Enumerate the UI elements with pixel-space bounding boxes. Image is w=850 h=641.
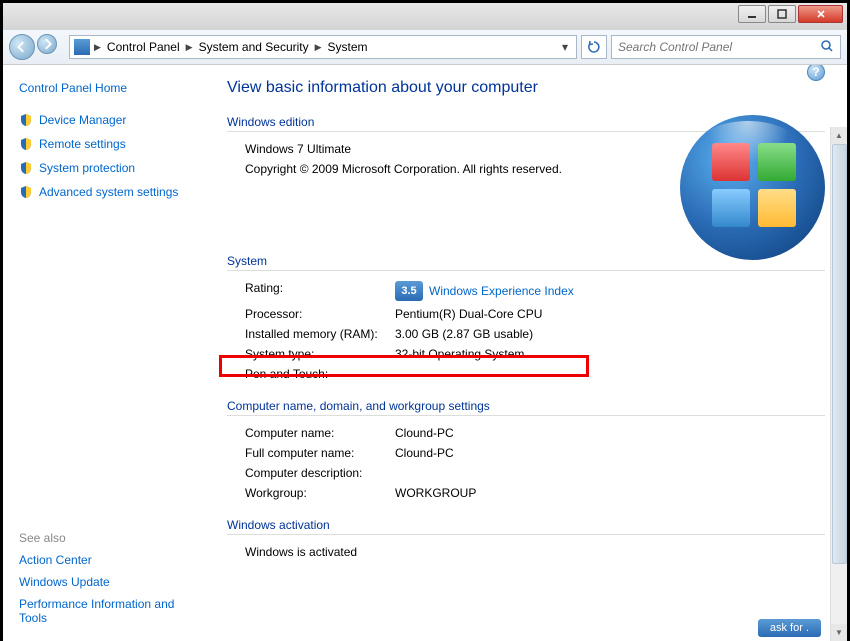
ram-value: 3.00 GB (2.87 GB usable) — [395, 327, 825, 341]
see-also-action-center[interactable]: Action Center — [19, 553, 205, 567]
refresh-button[interactable] — [581, 35, 607, 59]
scroll-thumb[interactable] — [832, 144, 847, 564]
breadcrumb-segment[interactable]: System and Security — [193, 40, 315, 54]
workgroup-label: Workgroup: — [245, 486, 395, 500]
shield-icon — [19, 113, 33, 127]
chevron-right-icon[interactable]: ▶ — [186, 42, 193, 53]
computer-name-label: Computer name: — [245, 426, 395, 440]
minimize-button[interactable] — [738, 5, 766, 23]
shield-icon — [19, 137, 33, 151]
see-also-performance-info[interactable]: Performance Information and Tools — [19, 597, 205, 625]
sidebar-item-device-manager[interactable]: Device Manager — [19, 113, 205, 127]
activation-status: Windows is activated — [245, 545, 825, 559]
processor-label: Processor: — [245, 307, 395, 321]
wei-link[interactable]: Windows Experience Index — [429, 284, 574, 298]
shield-icon — [19, 161, 33, 175]
scroll-down-button[interactable]: ▼ — [831, 624, 847, 641]
full-computer-name-value: Clound-PC — [395, 446, 825, 460]
see-also-windows-update[interactable]: Windows Update — [19, 575, 205, 589]
full-computer-name-label: Full computer name: — [245, 446, 395, 460]
sidebar-item-label: Device Manager — [39, 113, 126, 127]
breadcrumb-segment[interactable]: Control Panel — [101, 40, 186, 54]
vertical-scrollbar[interactable]: ▲ ▼ — [830, 127, 847, 641]
maximize-button[interactable] — [768, 5, 796, 23]
system-type-value: 32-bit Operating System — [395, 347, 825, 361]
sidebar-item-system-protection[interactable]: System protection — [19, 161, 205, 175]
address-bar: ▶ Control Panel ▶ System and Security ▶ … — [3, 30, 847, 65]
chevron-right-icon[interactable]: ▶ — [315, 42, 322, 53]
breadcrumb-segment[interactable]: System — [322, 40, 374, 54]
shield-icon — [19, 185, 33, 199]
workgroup-value: WORKGROUP — [395, 486, 825, 500]
chevron-right-icon[interactable]: ▶ — [94, 42, 101, 53]
search-icon[interactable] — [820, 39, 834, 56]
wei-score-badge: 3.5 — [395, 281, 423, 301]
back-button[interactable] — [9, 34, 35, 60]
processor-value: Pentium(R) Dual-Core CPU — [395, 307, 825, 321]
see-also-section: See also Action Center Windows Update Pe… — [19, 523, 205, 633]
windows-logo — [680, 115, 825, 260]
breadcrumb[interactable]: ▶ Control Panel ▶ System and Security ▶ … — [69, 35, 577, 59]
sidebar-item-label: Remote settings — [39, 137, 126, 151]
computer-name-value: Clound-PC — [395, 426, 825, 440]
search-input[interactable] — [618, 40, 820, 54]
scroll-up-button[interactable]: ▲ — [831, 127, 847, 144]
control-panel-icon — [74, 39, 90, 55]
section-activation: Windows activation — [227, 518, 825, 535]
sidebar: Control Panel Home Device Manager Remote… — [3, 65, 213, 641]
sidebar-item-remote-settings[interactable]: Remote settings — [19, 137, 205, 151]
breadcrumb-dropdown[interactable]: ▾ — [558, 40, 572, 54]
page-heading: View basic information about your comput… — [227, 79, 825, 97]
main-content: ? View basic information about your comp… — [213, 65, 847, 641]
forward-button[interactable] — [37, 34, 57, 54]
control-panel-home-link[interactable]: Control Panel Home — [19, 81, 205, 95]
section-computer-name: Computer name, domain, and workgroup set… — [227, 399, 825, 416]
sidebar-item-advanced-settings[interactable]: Advanced system settings — [19, 185, 205, 199]
system-type-label: System type: — [245, 347, 395, 361]
titlebar — [3, 3, 847, 30]
computer-desc-label: Computer description: — [245, 466, 395, 480]
ram-label: Installed memory (RAM): — [245, 327, 395, 341]
see-also-header: See also — [19, 531, 205, 545]
ask-for-button[interactable]: ask for . — [758, 619, 821, 637]
sidebar-item-label: System protection — [39, 161, 135, 175]
pen-touch-label: Pen and Touch: — [245, 367, 395, 381]
sidebar-item-label: Advanced system settings — [39, 185, 178, 199]
close-button[interactable] — [798, 5, 843, 23]
search-box[interactable] — [611, 35, 841, 59]
rating-label: Rating: — [245, 281, 395, 301]
